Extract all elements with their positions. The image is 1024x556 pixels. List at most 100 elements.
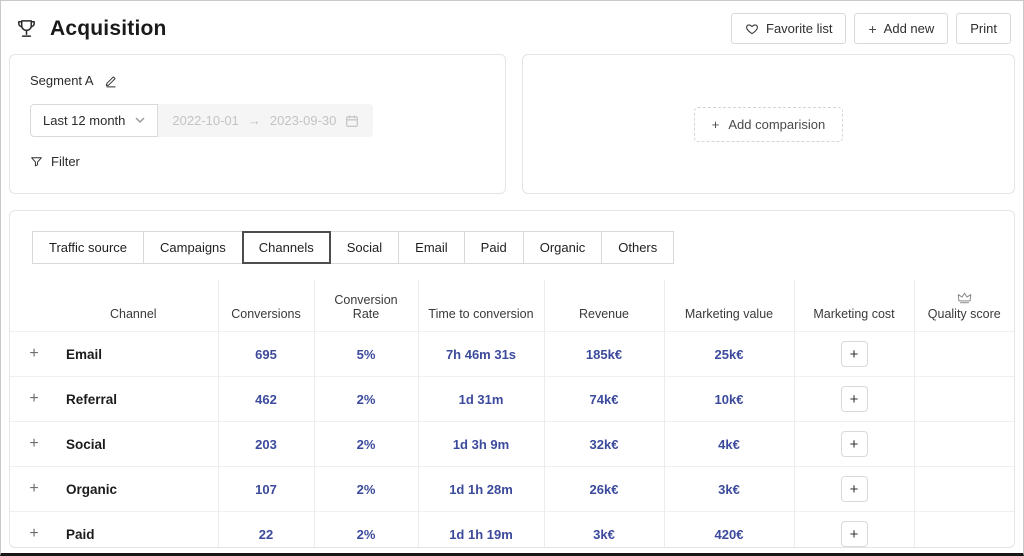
add-comparison-label: Add comparision: [728, 116, 826, 132]
period-select[interactable]: Last 12 month: [30, 104, 159, 137]
table-row: + Referral 462 2% 1d 31m 74k€ 10k€ +: [10, 376, 1014, 422]
channel-name: Social: [58, 421, 218, 467]
segment-panel: Segment A Last 12 month 2022-10-01 → 202…: [9, 54, 506, 194]
expand-row-button[interactable]: +: [29, 346, 38, 362]
add-marketing-cost-button[interactable]: +: [840, 431, 868, 457]
add-marketing-cost-button[interactable]: +: [840, 386, 868, 412]
tab-email[interactable]: Email: [398, 231, 465, 264]
add-new-label: Add new: [883, 21, 935, 36]
conversion-rate-value: 2%: [313, 376, 418, 422]
expand-row-button[interactable]: +: [29, 391, 38, 407]
comparison-panel: + Add comparision: [522, 54, 1015, 194]
channel-name: Email: [58, 331, 218, 377]
time-to-conversion-value: 7h 46m 31s: [417, 331, 544, 377]
pencil-icon[interactable]: [104, 74, 118, 88]
favorite-list-label: Favorite list: [766, 21, 833, 36]
column-header-marketing-value: Marketing value: [663, 280, 794, 332]
time-to-conversion-value: 1d 3h 9m: [417, 421, 544, 467]
quality-score-cell: [913, 331, 1014, 377]
chevron-down-icon: [135, 117, 145, 124]
column-header-quality-score: Quality score: [913, 280, 1014, 332]
tab-social[interactable]: Social: [329, 231, 400, 264]
column-header-revenue: Revenue: [543, 280, 664, 332]
tab-paid[interactable]: Paid: [463, 231, 524, 264]
marketing-value-value: 10k€: [663, 376, 794, 422]
channel-name: Paid: [58, 511, 218, 547]
conversions-value: 203: [217, 421, 314, 467]
plus-icon: +: [711, 116, 720, 132]
quality-score-cell: [913, 466, 1014, 512]
conversion-rate-value: 2%: [313, 511, 418, 547]
marketing-value-value: 420€: [663, 511, 794, 547]
conversion-rate-value: 2%: [313, 421, 418, 467]
crown-icon: [957, 292, 972, 304]
column-header-conversion-rate: Conversion Rate: [313, 280, 418, 332]
conversions-value: 22: [217, 511, 314, 547]
trophy-icon: [15, 17, 38, 40]
add-comparison-button[interactable]: + Add comparision: [693, 106, 844, 142]
period-controls: Last 12 month 2022-10-01 → 2023-09-30: [30, 104, 485, 137]
filter-panels: Segment A Last 12 month 2022-10-01 → 202…: [9, 54, 1015, 194]
quality-score-cell: [913, 421, 1014, 467]
marketing-value-value: 4k€: [663, 421, 794, 467]
conversion-rate-value: 2%: [313, 466, 418, 512]
header-expand-spacer: [10, 280, 58, 332]
range-arrow-icon: →: [247, 113, 261, 128]
heart-icon: [745, 22, 759, 36]
time-to-conversion-value: 1d 1h 19m: [417, 511, 544, 547]
title-wrap: Acquisition: [15, 17, 167, 41]
column-header-marketing-cost: Marketing cost: [793, 280, 914, 332]
favorite-list-button[interactable]: Favorite list: [731, 13, 847, 44]
column-header-channel: Channel: [110, 307, 157, 321]
segment-name: Segment A: [30, 73, 94, 88]
tab-campaigns[interactable]: Campaigns: [143, 231, 243, 264]
date-range-field[interactable]: 2022-10-01 → 2023-09-30: [158, 104, 374, 137]
conversions-value: 695: [217, 331, 314, 377]
report-tabs: Traffic source Campaigns Channels Social…: [10, 231, 1014, 264]
plus-icon: +: [868, 20, 877, 37]
tab-organic[interactable]: Organic: [522, 231, 603, 264]
channels-table-panel: Traffic source Campaigns Channels Social…: [9, 210, 1015, 548]
expand-row-button[interactable]: +: [29, 436, 38, 452]
revenue-value: 26k€: [543, 466, 664, 512]
expand-row-button[interactable]: +: [29, 526, 38, 542]
period-select-value: Last 12 month: [43, 113, 126, 128]
channels-table: Channel Conversions Conversion Rate Time…: [10, 280, 1014, 547]
funnel-icon: [30, 155, 43, 168]
table-row: + Paid 22 2% 1d 1h 19m 3k€ 420€ +: [10, 511, 1014, 547]
add-marketing-cost-button[interactable]: +: [840, 341, 868, 367]
top-actions: Favorite list + Add new Print: [731, 13, 1011, 44]
column-header-time-to-conversion: Time to conversion: [417, 280, 544, 332]
add-marketing-cost-button[interactable]: +: [840, 476, 868, 502]
filter-button[interactable]: Filter: [30, 154, 80, 169]
segment-row: Segment A: [30, 73, 485, 88]
marketing-value-value: 25k€: [663, 331, 794, 377]
quality-score-cell: [913, 376, 1014, 422]
tab-traffic-source[interactable]: Traffic source: [32, 231, 145, 264]
channel-name: Referral: [58, 376, 218, 422]
tab-others[interactable]: Others: [601, 231, 675, 264]
add-marketing-cost-button[interactable]: +: [840, 521, 868, 547]
calendar-icon: [345, 114, 359, 128]
tab-channels[interactable]: Channels: [241, 231, 331, 264]
acquisition-page: Acquisition Favorite list + Add new Prin…: [0, 0, 1024, 556]
print-label: Print: [970, 21, 997, 36]
date-start: 2022-10-01: [172, 113, 239, 128]
conversions-value: 107: [217, 466, 314, 512]
print-button[interactable]: Print: [956, 13, 1011, 44]
date-end: 2023-09-30: [269, 113, 337, 128]
revenue-value: 32k€: [543, 421, 664, 467]
column-header-conversions: Conversions: [217, 280, 314, 332]
expand-row-button[interactable]: +: [29, 481, 38, 497]
marketing-value-value: 3k€: [663, 466, 794, 512]
conversion-rate-value: 5%: [313, 331, 418, 377]
quality-score-cell: [913, 511, 1014, 547]
table-row: + Email 695 5% 7h 46m 31s 185k€ 25k€ +: [10, 331, 1014, 377]
filter-label: Filter: [51, 154, 80, 169]
table-row: + Organic 107 2% 1d 1h 28m 26k€ 3k€ +: [10, 466, 1014, 512]
page-title: Acquisition: [50, 16, 167, 40]
add-new-button[interactable]: + Add new: [854, 13, 949, 44]
time-to-conversion-value: 1d 1h 28m: [417, 466, 544, 512]
top-bar: Acquisition Favorite list + Add new Prin…: [9, 11, 1015, 54]
revenue-value: 185k€: [543, 331, 664, 377]
